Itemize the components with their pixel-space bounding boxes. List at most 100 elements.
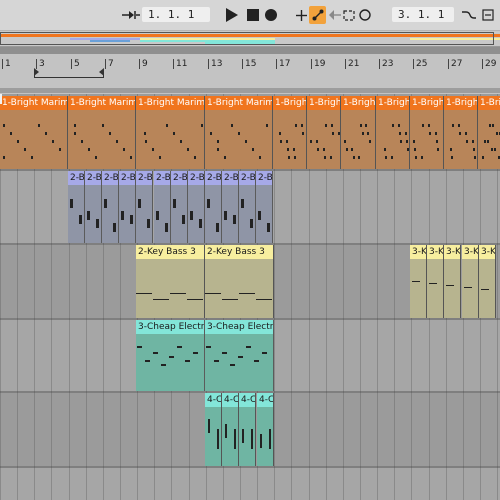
- midi-note: [87, 211, 90, 220]
- track-2-key-bass-clip[interactable]: 3-Key Bass: [410, 245, 427, 318]
- track-2-bass-clip[interactable]: 2-Bass: [239, 171, 256, 243]
- track-2-key-bass-clip[interactable]: 3-Key Bass: [427, 245, 444, 318]
- track-2-bass-clip[interactable]: 2-Bass: [256, 171, 273, 243]
- loop-brace[interactable]: [34, 68, 104, 78]
- track-2-key-bass-clip[interactable]: 3-Key Bass: [444, 245, 461, 318]
- track-4-clip[interactable]: 4-Clip: [257, 393, 274, 466]
- midi-note: [324, 156, 326, 159]
- automation-arm-icon[interactable]: [309, 6, 326, 24]
- midi-note: [362, 132, 364, 135]
- clip-title: 1-Bright Marimba: [341, 96, 375, 110]
- clip-title: 3-Cheap Electro: [136, 320, 204, 334]
- clip-midi-notes: [478, 110, 500, 169]
- track-2-key-bass-clip[interactable]: 3-Key Bass: [479, 245, 496, 318]
- track-2-bass-clip[interactable]: 2-Bass: [154, 171, 171, 243]
- track-2-bass-clip[interactable]: 2-Bass: [119, 171, 136, 243]
- clip-title: 2-Bass: [188, 171, 204, 185]
- track-2-key-bass-clip[interactable]: 3-Key Bass: [462, 245, 479, 318]
- midi-note: [130, 156, 132, 159]
- follow-icon[interactable]: [480, 6, 496, 24]
- clip-title: 3-Key Bass: [410, 245, 426, 259]
- midi-note: [233, 215, 236, 224]
- add-icon[interactable]: [294, 6, 308, 24]
- track-2-bass-clip[interactable]: 2-Bass: [85, 171, 102, 243]
- clip-title: 1-Bright Marimba: [205, 96, 272, 110]
- track-2-bass-clip[interactable]: 2-Bass: [68, 171, 85, 243]
- play-icon[interactable]: [224, 6, 240, 24]
- track-3-cheap-electro-clip[interactable]: 3-Cheap Electro: [205, 320, 274, 391]
- midi-note: [464, 287, 472, 288]
- clip-midi-notes: [205, 334, 273, 391]
- midi-note: [358, 156, 360, 159]
- stop-icon[interactable]: [245, 6, 261, 24]
- midi-note: [138, 199, 141, 208]
- midi-note: [360, 124, 362, 127]
- track-4-clip[interactable]: 4-Clip: [205, 393, 222, 466]
- ruler-bar-label: 19: [314, 59, 326, 69]
- track-1-bright-marimba-clip[interactable]: 1-Bright Marimba: [444, 96, 478, 169]
- midi-note: [412, 281, 420, 282]
- midi-note: [295, 124, 297, 127]
- track-2-bass-clip[interactable]: 2-Bass: [171, 171, 188, 243]
- midi-note: [214, 360, 219, 362]
- track-1-bright-marimba-clip[interactable]: 1-Bright Marimba: [0, 96, 68, 169]
- midi-note: [452, 124, 454, 127]
- midi-note: [338, 132, 340, 135]
- overview-visible-range[interactable]: [0, 32, 494, 45]
- midi-note: [391, 156, 393, 159]
- clip-title: 2-Bass: [119, 171, 135, 185]
- midi-note: [205, 293, 221, 294]
- track-2-bass-clip[interactable]: 2-Bass: [188, 171, 205, 243]
- midi-note: [173, 132, 175, 135]
- midi-note: [17, 140, 19, 143]
- track-4-clip[interactable]: 4-Clip: [239, 393, 256, 466]
- midi-note: [241, 199, 244, 208]
- clip-title: 2-Key Bass 3: [136, 245, 204, 259]
- midi-note: [70, 199, 73, 208]
- track-1-bright-marimba-clip[interactable]: 1-Bright Marimba: [307, 96, 341, 169]
- midi-note: [153, 299, 169, 300]
- track-lane-6[interactable]: [0, 468, 500, 500]
- midi-note: [421, 156, 423, 159]
- track-2-key-bass-clip[interactable]: 2-Key Bass 3: [205, 245, 274, 318]
- loop-length-field[interactable]: 3. 1. 1: [392, 7, 454, 22]
- track-3-cheap-electro-clip[interactable]: 3-Cheap Electro: [136, 320, 205, 391]
- clip-title: 4-Clip: [239, 393, 255, 407]
- midi-note: [161, 364, 166, 366]
- horizontal-scrollbar[interactable]: [0, 88, 500, 93]
- back-to-arrangement-icon[interactable]: [328, 6, 342, 24]
- midi-note: [79, 215, 82, 224]
- clip-midi-notes: [462, 259, 478, 318]
- track-2-bass-clip[interactable]: 2-Bass: [136, 171, 153, 243]
- track-2-bass-clip[interactable]: 2-Bass: [205, 171, 222, 243]
- clip-title: 2-Bass: [239, 171, 255, 185]
- punch-icon[interactable]: [358, 6, 372, 24]
- track-2-key-bass-clip[interactable]: 2-Key Bass 3: [136, 245, 205, 318]
- transport-bar: 1. 1. 1 3. 1. 1: [0, 0, 500, 31]
- draw-mode-icon[interactable]: [461, 6, 477, 24]
- clip-midi-notes: [256, 185, 272, 243]
- loop-icon[interactable]: [342, 6, 356, 24]
- track-1-bright-marimba-clip[interactable]: 1-Bright Marimba: [478, 96, 500, 169]
- tap-tempo-icon[interactable]: [120, 6, 142, 24]
- track-1-bright-marimba-clip[interactable]: 1-Bright Marimba: [341, 96, 376, 169]
- track-1-bright-marimba-clip[interactable]: 1-Bright Marimba: [273, 96, 307, 169]
- midi-note: [104, 199, 107, 208]
- midi-note: [266, 124, 268, 127]
- track-1-bright-marimba-clip[interactable]: 1-Bright Marimba: [136, 96, 205, 169]
- arrangement-position-field[interactable]: 1. 1. 1: [142, 7, 210, 22]
- track-1-bright-marimba-clip[interactable]: 1-Bright Marimba: [205, 96, 273, 169]
- midi-note: [406, 140, 408, 143]
- track-1-bright-marimba-clip[interactable]: 1-Bright Marimba: [68, 96, 136, 169]
- track-2-bass-clip[interactable]: 2-Bass: [222, 171, 239, 243]
- midi-note: [254, 360, 259, 362]
- clip-midi-notes: [136, 334, 204, 391]
- record-icon[interactable]: [263, 6, 279, 24]
- track-1-bright-marimba-clip[interactable]: 1-Bright Marimba: [376, 96, 410, 169]
- midi-note: [436, 140, 438, 143]
- track-4-clip[interactable]: 4-Clip: [222, 393, 239, 466]
- track-2-bass-clip[interactable]: 2-Bass: [102, 171, 119, 243]
- midi-note: [317, 148, 319, 151]
- ruler-bar-label: 1: [5, 59, 11, 69]
- track-1-bright-marimba-clip[interactable]: 1-Bright Marimba: [410, 96, 444, 169]
